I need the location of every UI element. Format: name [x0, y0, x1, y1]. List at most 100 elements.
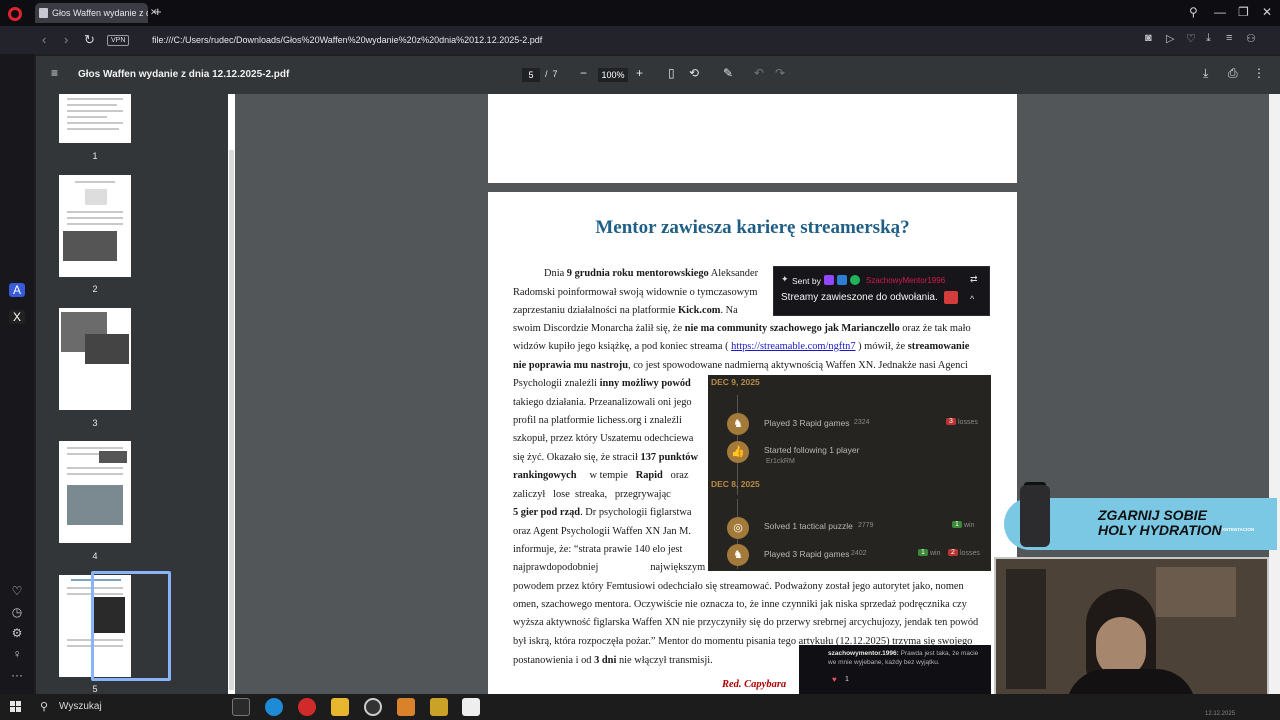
unreal-icon[interactable] — [462, 698, 480, 716]
article-text: nie poprawia mu nastroju, co jest spowod… — [513, 360, 968, 371]
article-text: Radomski poinformował swoją widownie o t… — [513, 287, 758, 298]
aria-icon[interactable]: A — [9, 283, 25, 297]
activity-date: DEC 9, 2025 — [711, 377, 760, 387]
taskbar-search[interactable]: Wyszukaj — [59, 701, 102, 712]
article-text: widzów kupiło jego książkę, a pod koniec… — [513, 341, 970, 352]
url-field[interactable]: file:///C:/Users/rudec/Downloads/Głos%20… — [152, 35, 542, 45]
bottle-icon — [1020, 485, 1050, 547]
sync-icon[interactable]: ⇄ — [970, 274, 978, 285]
loss-badge: 3 — [946, 418, 956, 425]
activity-rating: 2324 — [854, 419, 870, 426]
thumbnail-page-1[interactable] — [59, 94, 131, 143]
article-title: Mentor zawiesza karierę streamerską? — [595, 217, 910, 238]
camera-icon[interactable]: ◙ — [1145, 32, 1152, 44]
rotate-icon[interactable]: ⟲ — [689, 66, 699, 80]
minimize-icon[interactable]: — — [1214, 5, 1226, 19]
thumbnail-page-3[interactable] — [59, 308, 131, 410]
history-icon[interactable]: ◷ — [9, 605, 25, 619]
vpn-badge[interactable]: VPN — [107, 35, 130, 46]
activity-text: Played 3 Rapid games — [764, 549, 850, 559]
download-icon[interactable]: ⤓ — [1203, 66, 1208, 81]
activity-rating: 2402 — [851, 550, 867, 557]
target-icon: ◎ — [727, 517, 749, 539]
print-icon[interactable]: ⎙ — [1228, 66, 1238, 81]
article-text: się żyć. Okazało się, że stracił 137 pun… — [513, 452, 698, 463]
article-text: 5 gier pod rząd. Dr psychologii figlarst… — [513, 507, 692, 518]
activity-date: DEC 8, 2025 — [711, 479, 760, 489]
task-view-icon[interactable] — [232, 698, 250, 716]
search-icon[interactable]: ⚲ — [1189, 5, 1198, 19]
more-options-icon[interactable]: ⋮ — [1253, 66, 1265, 80]
article-text: profil na platformie lichess.org i znale… — [513, 415, 682, 426]
loss-label: losses — [958, 419, 978, 426]
maximize-icon[interactable]: ❐ — [1238, 5, 1249, 19]
win-label: win — [964, 522, 975, 529]
win-badge: 1 — [952, 521, 962, 528]
forward-icon[interactable]: › — [64, 32, 68, 47]
hamburger-menu-icon[interactable]: ≡ — [51, 66, 58, 80]
opera-logo-icon[interactable] — [8, 7, 22, 21]
page-count: / 7 — [545, 69, 558, 79]
folder-icon[interactable] — [331, 698, 349, 716]
profile-icon[interactable]: ⚇ — [1246, 32, 1256, 45]
activity-text: Solved 1 tactical puzzle — [764, 521, 853, 531]
edge-icon[interactable] — [265, 698, 283, 716]
rabbit-icon: ♞ — [727, 544, 749, 566]
article-text: rankingowych w tempie Rapid oraz — [513, 470, 689, 481]
menu-icon[interactable]: ≡ — [1226, 32, 1232, 44]
back-icon[interactable]: ‹ — [42, 32, 46, 47]
article-signature: Red. Capybara — [722, 679, 787, 690]
windows-start-icon[interactable] — [10, 701, 22, 713]
new-tab-icon[interactable]: + — [154, 4, 162, 19]
more-icon[interactable]: ··· — [9, 668, 25, 682]
activity-subtext: Er1ckRM — [766, 458, 795, 465]
zoom-out-icon[interactable]: − — [580, 66, 587, 80]
loss-badge: 2 — [948, 549, 958, 556]
article-text: najprawdopodobniej największym — [513, 562, 706, 573]
article-text: wyższa aktywność figlarska Waffen XN nie… — [513, 617, 979, 628]
tab-title: Głos Waffen wydanie z dn — [52, 8, 148, 18]
download-icon[interactable]: ⤓ — [1206, 32, 1211, 45]
draw-icon[interactable]: ✎ — [723, 66, 733, 80]
zoom-input[interactable]: 100% — [598, 68, 628, 82]
streamable-link[interactable]: https://streamable.com/ngftn7 — [731, 341, 855, 352]
redo-icon[interactable]: ↷ — [775, 66, 785, 80]
fit-page-icon[interactable]: ▯ — [668, 66, 675, 80]
page-number-input[interactable]: 5 — [522, 68, 540, 82]
thumbnail-page-4[interactable] — [59, 441, 131, 543]
close-window-icon[interactable]: ✕ — [1262, 5, 1272, 19]
windows-taskbar — [0, 694, 1280, 720]
lightbulb-icon[interactable]: ♀ — [9, 647, 25, 661]
heart-icon[interactable]: ♡ — [1186, 32, 1196, 45]
undo-icon[interactable]: ↶ — [754, 66, 764, 80]
activity-rating: 2779 — [858, 522, 874, 529]
settings-icon[interactable]: ⚙ — [9, 626, 25, 640]
app-icon[interactable] — [430, 698, 448, 716]
thumbnail-number: 1 — [92, 151, 98, 161]
opera-icon[interactable] — [298, 698, 316, 716]
reload-icon[interactable]: ↻ — [84, 32, 95, 48]
chevron-up-icon[interactable]: ^ — [970, 294, 974, 304]
obs-icon[interactable] — [364, 698, 382, 716]
document-scrollbar[interactable] — [1269, 94, 1280, 694]
ad-brand: XNTENTACION — [1222, 527, 1255, 532]
ad-text: ZGARNIJ SOBIE HOLY HYDRATION — [1098, 507, 1222, 538]
thumbnail-selection — [91, 571, 171, 681]
browser-tab[interactable]: Głos Waffen wydanie z dn — [35, 3, 148, 23]
x-twitter-icon[interactable]: X — [9, 310, 25, 324]
thumbnail-page-2[interactable] — [59, 175, 131, 277]
emote-icon — [944, 291, 958, 304]
search-icon[interactable]: ⚲ — [40, 700, 48, 713]
play-icon[interactable]: ▷ — [1166, 32, 1174, 45]
heart-icon[interactable]: ♡ — [9, 584, 25, 598]
article-text: takiego działania. Przeanalizowali oni j… — [513, 397, 692, 408]
zoom-in-icon[interactable]: + — [636, 66, 643, 80]
app-icon[interactable] — [397, 698, 415, 716]
notification-sender: SzachowyMentor1996 — [866, 276, 946, 285]
taskbar-clock: 12.12.2025 — [1205, 711, 1236, 717]
reaction-count: 1 — [845, 676, 849, 683]
article-text: powodem przez który Femtusiowi odechciał… — [513, 581, 964, 592]
thumbnail-number: 2 — [92, 284, 98, 294]
article-text: zaliczył lose streaka, przegrywając — [513, 489, 671, 500]
thumbnail-scrollbar-thumb[interactable] — [229, 150, 234, 690]
